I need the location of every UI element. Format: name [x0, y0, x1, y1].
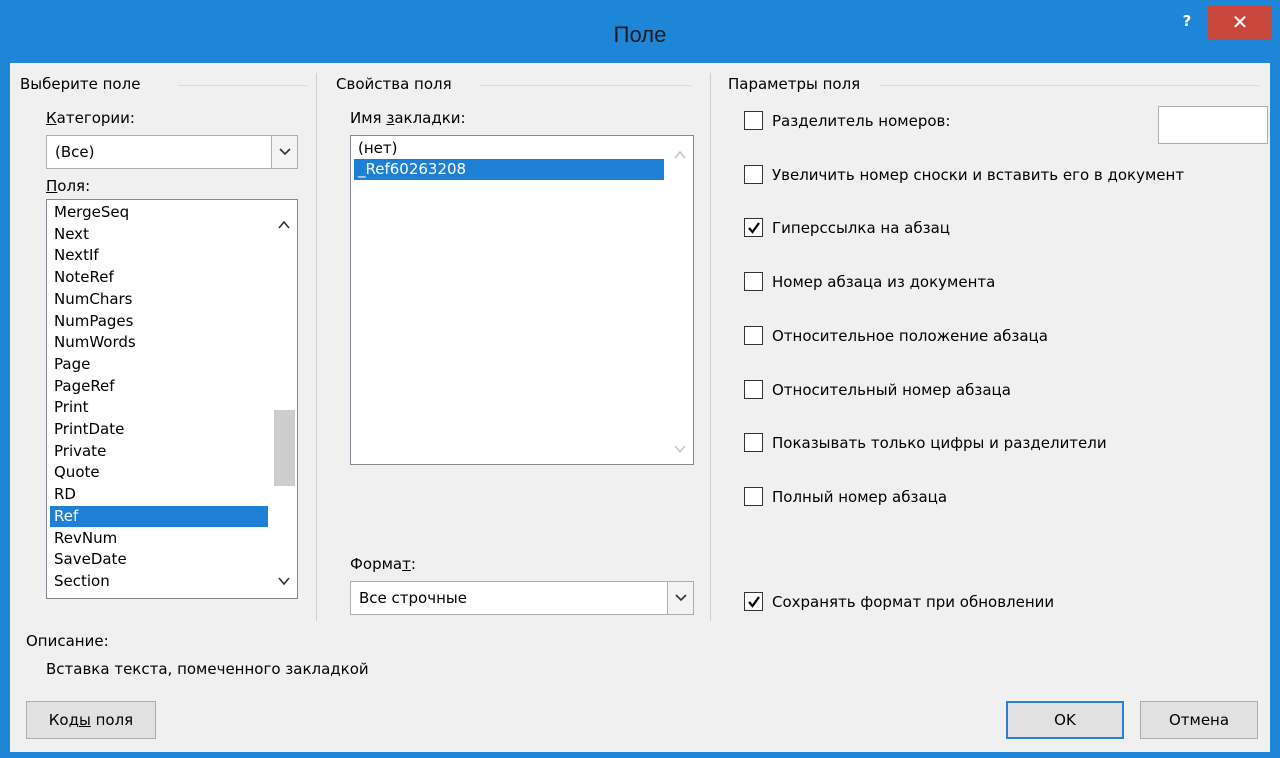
- close-button[interactable]: ✕: [1208, 6, 1272, 40]
- bookmark-label-a: Имя: [350, 109, 387, 127]
- option-checkbox[interactable]: [744, 111, 763, 130]
- field-codes-a: Код: [48, 711, 79, 729]
- fields-label: Поля:: [46, 177, 90, 195]
- bookmark-label-b: акладки:: [394, 109, 466, 127]
- description-text: Вставка текста, помеченного закладкой: [46, 660, 369, 678]
- description-label: Описание:: [26, 632, 109, 650]
- bookmarks-listbox[interactable]: (нет) _Ref60263208: [350, 135, 694, 465]
- access-key-y: ы: [78, 711, 91, 729]
- format-label-a: Форма: [350, 555, 403, 573]
- cancel-button[interactable]: Отмена: [1140, 701, 1258, 739]
- field-codes-button[interactable]: Коды поля: [26, 701, 156, 739]
- categories-value: (Все): [55, 143, 95, 161]
- column-separator: [710, 73, 711, 621]
- field-list-item[interactable]: SaveDate: [50, 549, 268, 570]
- format-value: Все строчные: [359, 589, 467, 607]
- group-title-choose-field: Выберите поле: [20, 75, 141, 93]
- bookmarks-scrollbar[interactable]: [667, 136, 693, 464]
- scroll-up-icon: [674, 150, 686, 159]
- fields-scrollbar[interactable]: [271, 200, 297, 598]
- chevron-down-icon: [675, 594, 687, 602]
- field-list-item[interactable]: Page: [50, 354, 268, 375]
- scroll-down-icon: [674, 445, 686, 454]
- option-label[interactable]: Увеличить номер сноски и вставить его в …: [772, 166, 1184, 184]
- field-list-item[interactable]: Section: [50, 571, 268, 592]
- access-key-t: т: [402, 555, 411, 573]
- bookmark-list-item[interactable]: _Ref60263208: [354, 159, 664, 180]
- field-list-item[interactable]: PrintDate: [50, 419, 268, 440]
- field-list-item[interactable]: MergeSeq: [50, 202, 268, 223]
- dialog-title: Поле: [613, 22, 667, 47]
- option-label[interactable]: Гиперссылка на абзац: [772, 219, 950, 237]
- bookmark-name-label: Имя закладки:: [350, 109, 466, 127]
- option-label[interactable]: Относительный номер абзаца: [772, 381, 1011, 399]
- column-separator: [316, 73, 317, 621]
- field-list-item[interactable]: NumWords: [50, 332, 268, 353]
- option-label[interactable]: Относительное положение абзаца: [772, 327, 1048, 345]
- field-list-item[interactable]: RD: [50, 484, 268, 505]
- field-list-item[interactable]: Next: [50, 224, 268, 245]
- option-label[interactable]: Показывать только цифры и разделители: [772, 434, 1107, 452]
- categories-combobox[interactable]: (Все): [46, 135, 298, 169]
- checkmark-icon: [748, 222, 760, 235]
- scroll-down-icon[interactable]: [278, 576, 290, 586]
- option-checkbox[interactable]: [744, 379, 763, 399]
- field-list-item[interactable]: NumPages: [50, 311, 268, 332]
- separator-input[interactable]: [1158, 106, 1268, 144]
- close-icon: ✕: [1231, 10, 1249, 34]
- option-label[interactable]: Полный номер абзаца: [772, 488, 947, 506]
- chevron-down-icon: [279, 148, 291, 156]
- field-list-item[interactable]: NumChars: [50, 289, 268, 310]
- fields-label-text: оля:: [57, 177, 91, 195]
- group-title-field-options: Параметры поля: [728, 75, 861, 93]
- format-combobox[interactable]: Все строчные: [350, 581, 694, 615]
- group-divider: [178, 85, 308, 86]
- field-codes-b: поля: [90, 711, 134, 729]
- option-label[interactable]: Разделитель номеров:: [772, 112, 950, 130]
- option-checkbox[interactable]: [744, 325, 763, 345]
- format-label-b: :: [410, 555, 416, 573]
- group-divider: [480, 85, 692, 86]
- access-key-p: П: [46, 177, 58, 195]
- option-checkbox[interactable]: [744, 164, 763, 184]
- format-dropdown-button[interactable]: [667, 582, 693, 614]
- field-list-item[interactable]: Print: [50, 397, 268, 418]
- dialog-body: Выберите поле Категории: (Все) Поля: Mer…: [10, 63, 1270, 752]
- field-list-item[interactable]: RevNum: [50, 528, 268, 549]
- bookmark-list-item[interactable]: (нет): [354, 138, 664, 159]
- fields-listbox[interactable]: MergeSeq Next NextIf NoteRef NumChars NumPage…: [46, 199, 298, 599]
- option-checkbox[interactable]: [744, 218, 763, 238]
- option-checkbox[interactable]: [744, 433, 763, 453]
- title-bar[interactable]: Поле ? ✕: [0, 0, 1280, 58]
- scroll-up-icon[interactable]: [278, 220, 290, 230]
- categories-dropdown-button[interactable]: [271, 136, 297, 168]
- group-title-field-properties: Свойства поля: [336, 75, 452, 93]
- field-list-item[interactable]: Private: [50, 441, 268, 462]
- ok-button[interactable]: OK: [1006, 701, 1124, 739]
- field-list-item[interactable]: Quote: [50, 462, 268, 483]
- field-dialog: Поле ? ✕ Выберите поле Категории: (Все) …: [0, 0, 1280, 758]
- checkmark-icon: [748, 596, 760, 608]
- option-label[interactable]: Номер абзаца из документа: [772, 273, 995, 291]
- preserve-format-label[interactable]: Сохранять формат при обновлении: [772, 593, 1054, 611]
- field-list-item[interactable]: NoteRef: [50, 267, 268, 288]
- scrollbar-thumb[interactable]: [274, 410, 295, 486]
- field-list-item[interactable]: Ref: [50, 505, 268, 527]
- categories-label-text: атегории:: [56, 109, 135, 127]
- field-list-item[interactable]: NextIf: [50, 245, 268, 266]
- group-divider: [880, 85, 1260, 86]
- field-list-item[interactable]: PageRef: [50, 376, 268, 397]
- format-label: Формат:: [350, 555, 416, 573]
- preserve-format-checkbox[interactable]: [744, 592, 763, 611]
- access-key-k: К: [46, 109, 57, 127]
- help-button[interactable]: ?: [1170, 6, 1204, 36]
- option-checkbox[interactable]: [744, 486, 763, 506]
- categories-label: Категории:: [46, 109, 135, 127]
- option-checkbox[interactable]: [744, 272, 763, 292]
